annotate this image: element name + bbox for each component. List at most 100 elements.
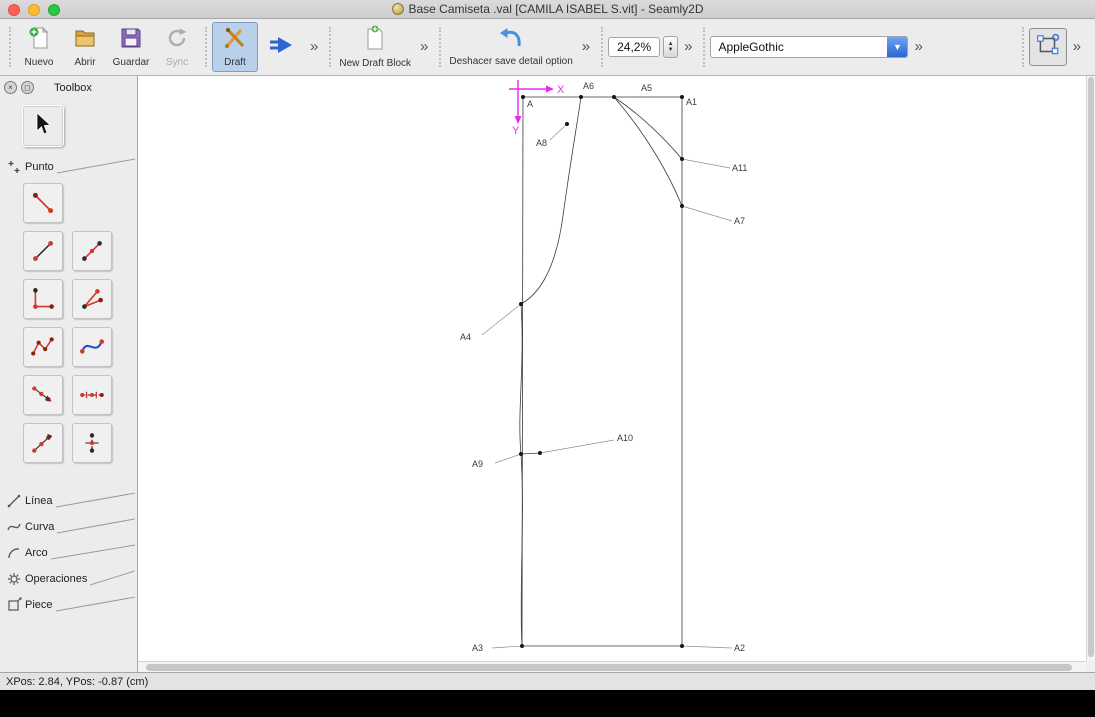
open-folder-icon [73,26,97,55]
undo-button[interactable]: Deshacer save detail option [446,22,575,72]
angle-point-tool[interactable] [72,279,112,319]
piece-icon [6,597,22,613]
close-window-button[interactable] [8,4,20,16]
midpoint-on-line-tool[interactable] [72,375,112,415]
zoom-stepper[interactable]: ▲ ▼ [663,36,678,58]
drawing-canvas-area: X Y AA6A5A1A8A11A7A4A9A10A3A2 [138,76,1095,672]
toolbar-drag-handle[interactable] [205,27,207,67]
svg-text:A2: A2 [734,643,745,653]
toolbox-panel: × ◻ Toolbox Punto [0,76,138,672]
toolbox-title: Toolbox [54,82,92,94]
overflow-chevron[interactable]: » [678,27,698,67]
file-toolbar-group: Nuevo Abrir Guardar Sync [16,20,200,74]
toolbar-drag-handle[interactable] [439,27,441,67]
curve-tool[interactable] [72,327,112,367]
x-axis-arrowhead-icon [546,86,554,93]
overflow-chevron[interactable]: » [1067,27,1087,67]
float-icon[interactable]: ◻ [21,81,34,94]
new-document-icon [27,26,51,55]
point-intersect-arrow-tool[interactable] [23,375,63,415]
draft-mode-button[interactable]: Draft [212,22,258,72]
segment-tool[interactable] [23,231,63,271]
arrow-pointer-tool-button[interactable] [22,105,64,147]
cursor-arrow-icon [32,111,54,142]
status-bar: XPos: 2.84, YPos: -0.87 (cm) [0,672,1095,690]
pattern-outline [520,97,682,646]
section-slant [51,543,135,561]
horizontal-scrollbar[interactable] [138,661,1086,672]
bisector-point-tool[interactable] [23,423,63,463]
save-button[interactable]: Guardar [108,22,154,72]
toolbox-section-arco[interactable]: Arco [0,535,137,561]
window-controls [8,4,60,16]
toolbox-section-punto[interactable]: Punto [0,149,137,175]
toolbox-section-piece[interactable]: Piece [0,587,137,613]
app-window: Base Camiseta .val [CAMILA ISABEL S.vit]… [0,0,1095,717]
toolbar-drag-handle[interactable] [329,27,331,67]
draft-block-toolbar-group: New Draft Block » [336,20,434,74]
points-icon [6,159,22,175]
save-floppy-icon [119,26,143,55]
overflow-chevron[interactable]: » [908,27,928,67]
section-slant [90,569,135,587]
toolbar-drag-handle[interactable] [9,27,11,67]
stepper-down-icon[interactable]: ▼ [668,47,674,53]
perpendicular-point-tool[interactable] [23,279,63,319]
section-label: Operaciones [25,573,87,587]
section-label: Línea [25,495,53,509]
overflow-chevron[interactable]: » [304,27,324,67]
toolbar-drag-handle[interactable] [601,27,603,67]
svg-text:A4: A4 [460,332,471,342]
overflow-chevron[interactable]: » [414,27,434,67]
section-label: Arco [25,547,48,561]
y-axis-arrowhead-icon [515,116,522,124]
new-button[interactable]: Nuevo [16,22,62,72]
section-slant [56,595,135,613]
svg-text:A: A [527,99,533,109]
toolbar-drag-handle[interactable] [1022,27,1024,67]
svg-text:A5: A5 [641,83,652,93]
svg-text:A8: A8 [536,138,547,148]
selection-tool-button[interactable] [1029,28,1067,66]
overflow-chevron[interactable]: » [576,27,596,67]
toolbox-section-linea[interactable]: Línea [0,483,137,509]
combo-dropdown-arrow-icon[interactable]: ▼ [887,37,907,57]
piece-mode-button[interactable] [258,22,304,72]
window-title-text: Base Camiseta .val [CAMILA ISABEL S.vit]… [409,2,704,16]
toolbox-section-curva[interactable]: Curva [0,509,137,535]
point-along-line-tool[interactable] [72,231,112,271]
spline-tool[interactable] [23,327,63,367]
triangle-axis-point-tool[interactable] [72,423,112,463]
line-between-points-tool[interactable] [23,183,63,223]
y-axis-label: Y [512,125,520,137]
new-draft-block-button[interactable]: New Draft Block [336,22,414,72]
zoom-input[interactable]: 24,2% [608,37,660,57]
button-label: Nuevo [25,57,54,68]
zoom-window-button[interactable] [48,4,60,16]
font-select[interactable]: AppleGothic ▼ [710,36,908,58]
open-button[interactable]: Abrir [62,22,108,72]
pattern-canvas[interactable]: X Y AA6A5A1A8A11A7A4A9A10A3A2 [138,76,1086,661]
section-slant [56,491,135,509]
vertical-scrollbar[interactable] [1086,76,1095,661]
mode-toolbar-group: Draft » [212,20,324,74]
zoom-toolbar-group: 24,2% ▲ ▼ » [608,20,698,74]
section-slant [57,157,135,175]
svg-text:A11: A11 [732,163,747,173]
toolbox-section-operaciones[interactable]: Operaciones [0,561,137,587]
curve-icon [6,519,22,535]
toolbar-drag-handle[interactable] [703,27,705,67]
close-icon[interactable]: × [4,81,17,94]
blue-arrow-icon [268,35,294,60]
minimize-window-button[interactable] [28,4,40,16]
new-draft-block-icon [364,25,386,56]
title-bar[interactable]: Base Camiseta .val [CAMILA ISABEL S.vit]… [0,0,1095,19]
vertical-scrollbar-thumb[interactable] [1088,77,1094,657]
punto-tool-grid [23,183,137,463]
selection-toolbar-group: » [1017,20,1087,74]
section-label: Curva [25,521,54,535]
button-label: Abrir [74,57,95,68]
svg-text:A1: A1 [686,97,697,107]
horizontal-scrollbar-thumb[interactable] [146,664,1072,671]
button-label: Sync [166,57,188,68]
